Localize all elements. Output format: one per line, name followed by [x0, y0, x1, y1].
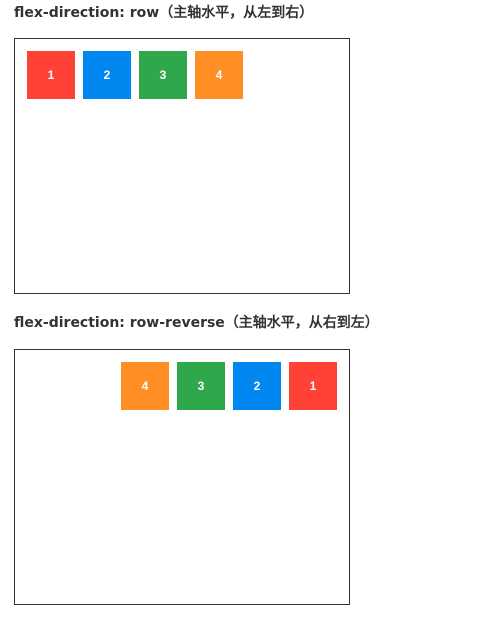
section-title-row: flex-direction: row（主轴水平，从左到右） — [14, 5, 314, 21]
flex-container-row-reverse: 1 2 3 4 — [14, 349, 350, 605]
page: flex-direction: row（主轴水平，从左到右） 1 2 3 4 f… — [0, 0, 492, 617]
flex-item-1: 1 — [289, 362, 337, 410]
flex-item-2: 2 — [83, 51, 131, 99]
flex-item-3: 3 — [139, 51, 187, 99]
section-title-row-reverse: flex-direction: row-reverse（主轴水平，从右到左） — [14, 315, 379, 331]
flex-item-4: 4 — [121, 362, 169, 410]
flex-item-1: 1 — [27, 51, 75, 99]
flex-item-2: 2 — [233, 362, 281, 410]
flex-item-4: 4 — [195, 51, 243, 99]
flex-item-3: 3 — [177, 362, 225, 410]
flex-container-row: 1 2 3 4 — [14, 38, 350, 294]
